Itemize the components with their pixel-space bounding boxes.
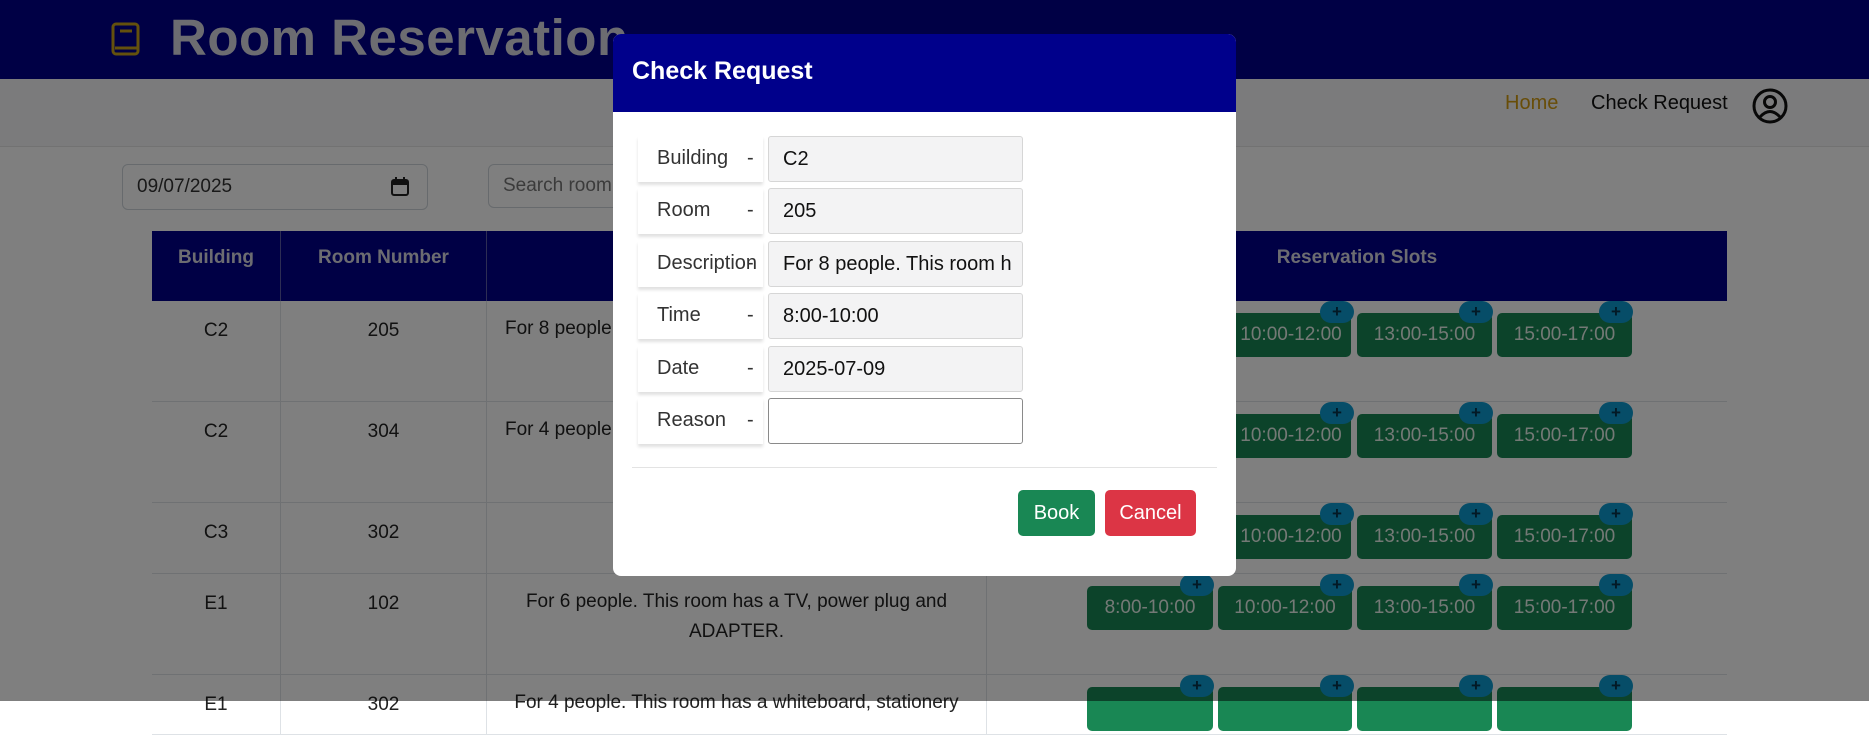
field-separator: -	[747, 357, 754, 379]
field-label: Building	[657, 147, 729, 169]
book-button[interactable]: Book	[1018, 490, 1095, 536]
field-reason: Reason -	[638, 398, 1030, 444]
field-label: Room	[657, 199, 711, 221]
modal-divider	[632, 467, 1217, 468]
field-separator: -	[747, 252, 754, 274]
field-building: Building - C2	[638, 136, 1030, 182]
description-field: For 8 people. This room h	[768, 241, 1023, 287]
field-label: Time	[657, 304, 701, 326]
field-label: Reason	[657, 409, 726, 431]
room-field: 205	[768, 188, 1023, 234]
field-date: Date - 2025-07-09	[638, 346, 1030, 392]
check-request-modal: Check Request Building - C2 Room - 205 D…	[613, 34, 1236, 576]
date-field: 2025-07-09	[768, 346, 1023, 392]
field-separator: -	[747, 199, 754, 221]
reason-input[interactable]	[768, 398, 1023, 444]
field-description: Description - For 8 people. This room h	[638, 241, 1030, 287]
modal-title: Check Request	[632, 57, 813, 85]
time-field: 8:00-10:00	[768, 293, 1023, 339]
field-separator: -	[747, 409, 754, 431]
building-field: C2	[768, 136, 1023, 182]
field-separator: -	[747, 147, 754, 169]
field-separator: -	[747, 304, 754, 326]
field-label: Description	[657, 252, 758, 274]
cancel-button[interactable]: Cancel	[1105, 490, 1196, 536]
field-label: Date	[657, 357, 700, 379]
field-room: Room - 205	[638, 188, 1030, 234]
field-time: Time - 8:00-10:00	[638, 293, 1030, 339]
modal-header: Check Request	[613, 34, 1236, 112]
